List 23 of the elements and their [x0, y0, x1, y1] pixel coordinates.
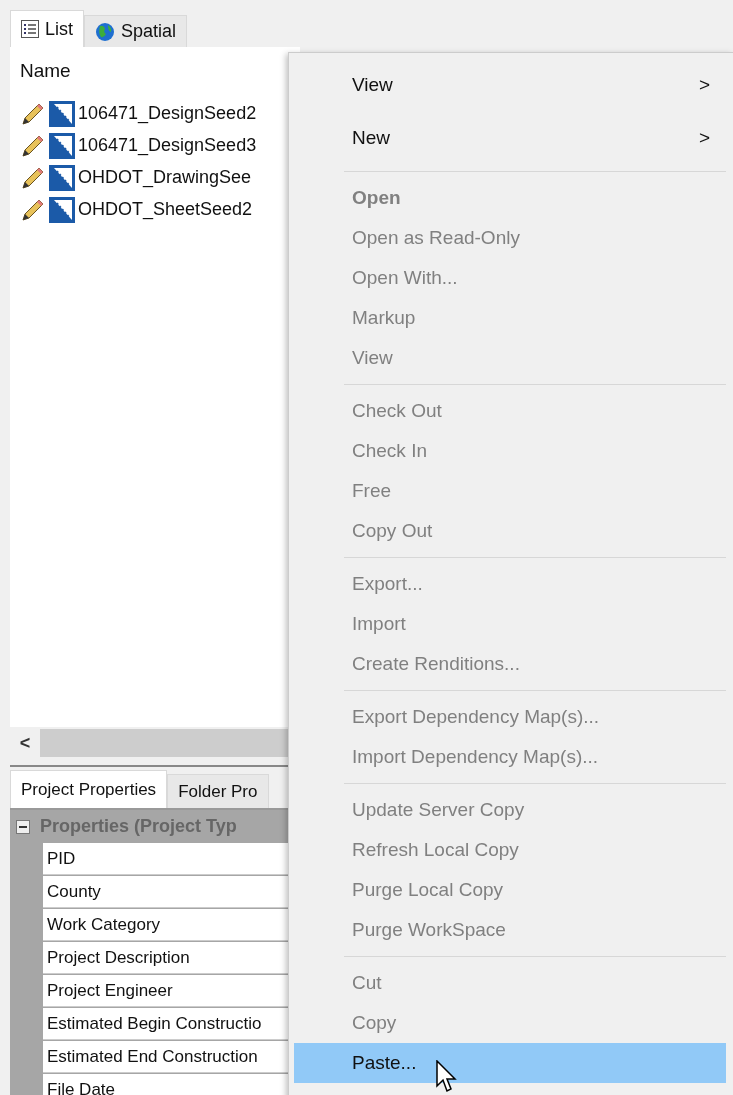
document-icon [48, 99, 76, 128]
menu-item[interactable]: Paste... [294, 1043, 726, 1083]
document-icon [48, 131, 76, 160]
tab[interactable]: Project Properties [10, 770, 168, 808]
collapse-icon[interactable] [16, 819, 30, 834]
mouse-pointer-icon [436, 1060, 458, 1094]
menu-item[interactable]: View > [294, 59, 726, 112]
tab[interactable]: List [10, 10, 84, 47]
scroll-left-button[interactable]: < [10, 729, 40, 757]
category-label: Properties (Project Typ [40, 815, 237, 838]
list-icon [21, 20, 39, 38]
document-icon [48, 163, 76, 192]
tab[interactable]: Spatial [84, 15, 188, 47]
submenu-arrow: > [698, 126, 710, 151]
submenu-arrow: > [698, 73, 710, 98]
globe-icon [95, 21, 115, 42]
tab[interactable]: Folder Pro [167, 774, 269, 808]
file-name[interactable]: 106471_DesignSeed2 [78, 100, 257, 127]
menu-item[interactable]: New > [294, 112, 726, 165]
file-name[interactable]: OHDOT_SheetSeed2 [78, 196, 253, 223]
file-name[interactable]: OHDOT_DrawingSee [78, 164, 252, 191]
file-name[interactable]: 106471_DesignSeed3 [78, 132, 257, 159]
document-icon [48, 195, 76, 224]
